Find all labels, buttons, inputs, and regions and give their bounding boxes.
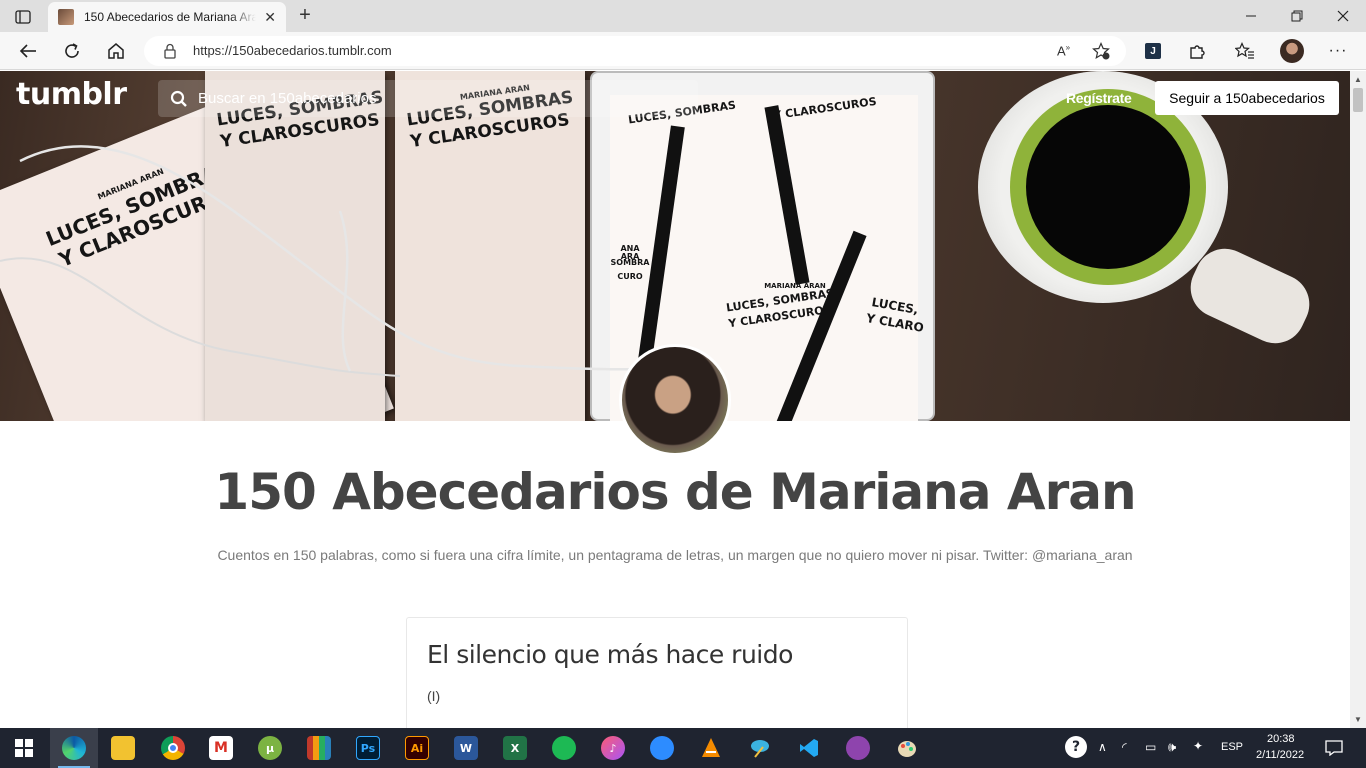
scroll-down-arrow-icon[interactable]: ▼: [1354, 715, 1362, 724]
follow-button[interactable]: Seguir a 150abecedarios: [1155, 81, 1339, 115]
notifications-icon[interactable]: [1322, 736, 1346, 760]
read-aloud-icon[interactable]: A»: [1057, 43, 1070, 58]
word-icon[interactable]: W: [454, 736, 478, 760]
profile-avatar[interactable]: [1278, 38, 1306, 64]
blog-description: Cuentos en 150 palabras, como si fuera u…: [217, 547, 1133, 563]
minimize-icon[interactable]: [1228, 0, 1274, 32]
scrollbar-thumb[interactable]: [1353, 88, 1363, 112]
extensions-puzzle-icon[interactable]: [1183, 38, 1211, 64]
refresh-icon[interactable]: [58, 38, 86, 64]
url-text[interactable]: https://150abecedarios.tumblr.com: [193, 43, 392, 58]
excel-icon[interactable]: X: [503, 736, 527, 760]
clock-date[interactable]: 2/11/2022: [1256, 749, 1304, 761]
blog-title: 150 Abecedarios de Mariana Aran: [214, 463, 1136, 521]
close-window-icon[interactable]: [1320, 0, 1366, 32]
post-title[interactable]: El silencio que más hace ruido: [427, 640, 793, 669]
post-body-text: (I): [427, 688, 441, 704]
tab-active[interactable]: 150 Abecedarios de Mariana Aran ✕: [48, 2, 286, 32]
register-link[interactable]: Regístrate: [1066, 90, 1132, 106]
library-icon[interactable]: [307, 736, 331, 760]
file-explorer-icon[interactable]: [111, 736, 135, 760]
wifi-icon[interactable]: ◜: [1122, 740, 1127, 754]
zoom-icon[interactable]: [650, 736, 674, 760]
gmail-icon[interactable]: M: [209, 736, 233, 760]
edge-icon[interactable]: [62, 736, 86, 760]
volume-icon[interactable]: 🕪: [1168, 739, 1176, 755]
extension-j-icon[interactable]: J: [1139, 38, 1167, 64]
github-desktop-icon[interactable]: [846, 736, 870, 760]
paint-icon[interactable]: [895, 736, 919, 760]
vlc-icon[interactable]: [699, 736, 723, 760]
more-menu-icon[interactable]: ···: [1324, 38, 1352, 64]
blog-avatar[interactable]: [619, 344, 731, 456]
favorites-icon[interactable]: [1231, 38, 1259, 64]
back-icon[interactable]: [14, 38, 42, 64]
photoshop-icon[interactable]: Ps: [356, 736, 380, 760]
vscode-icon[interactable]: [797, 736, 821, 760]
page-scrollbar[interactable]: ▲ ▼: [1350, 71, 1366, 728]
tumblr-logo[interactable]: tumblr: [16, 77, 127, 112]
chrome-icon[interactable]: [161, 736, 185, 760]
dropbox-icon[interactable]: ✦: [1193, 739, 1203, 753]
show-hidden-icons-chevron-icon[interactable]: ∧: [1098, 740, 1107, 754]
itunes-icon[interactable]: ♪: [601, 736, 625, 760]
windows-start-icon[interactable]: [12, 736, 36, 760]
scroll-up-arrow-icon[interactable]: ▲: [1354, 75, 1362, 84]
browser-toolbar: https://150abecedarios.tumblr.com A» J ·…: [0, 32, 1366, 70]
profile-photo-icon: [1280, 39, 1304, 63]
home-icon[interactable]: [102, 38, 130, 64]
tab-favicon-icon: [58, 9, 74, 25]
search-icon: [170, 90, 188, 108]
utorrent-icon[interactable]: µ: [258, 736, 282, 760]
tab-actions-menu-icon[interactable]: [8, 6, 38, 28]
windows-taskbar: M µ Ps Ai W X ♪ ? ∧ ◜ ▭ 🕪 ✦ ESP 20:38 2/…: [0, 728, 1366, 768]
tab-title: 150 Abecedarios de Mariana Aran: [84, 10, 256, 24]
clock-time[interactable]: 20:38: [1267, 733, 1295, 745]
search-placeholder: Buscar en 150abecedarios: [198, 90, 377, 107]
restore-icon[interactable]: [1274, 0, 1320, 32]
close-tab-icon[interactable]: ✕: [264, 9, 276, 26]
battery-icon[interactable]: ▭: [1145, 740, 1156, 754]
illustrator-icon[interactable]: Ai: [405, 736, 429, 760]
paint-tool-icon[interactable]: [748, 736, 772, 760]
spotify-icon[interactable]: [552, 736, 576, 760]
new-tab-button[interactable]: +: [294, 4, 316, 26]
web-page: MARIANA ARAN LUCES, SOMBRAS Y CLAROSCURO…: [0, 71, 1350, 728]
language-indicator[interactable]: ESP: [1221, 741, 1243, 753]
help-icon[interactable]: ?: [1065, 736, 1087, 758]
browser-title-bar: 150 Abecedarios de Mariana Aran ✕ +: [0, 0, 1366, 32]
lock-icon[interactable]: [163, 43, 177, 64]
post-card: El silencio que más hace ruido (I): [406, 617, 908, 728]
add-favorite-icon[interactable]: [1092, 42, 1110, 65]
tumblr-search-input[interactable]: Buscar en 150abecedarios: [158, 80, 698, 117]
address-bar[interactable]: https://150abecedarios.tumblr.com A»: [144, 36, 1126, 66]
